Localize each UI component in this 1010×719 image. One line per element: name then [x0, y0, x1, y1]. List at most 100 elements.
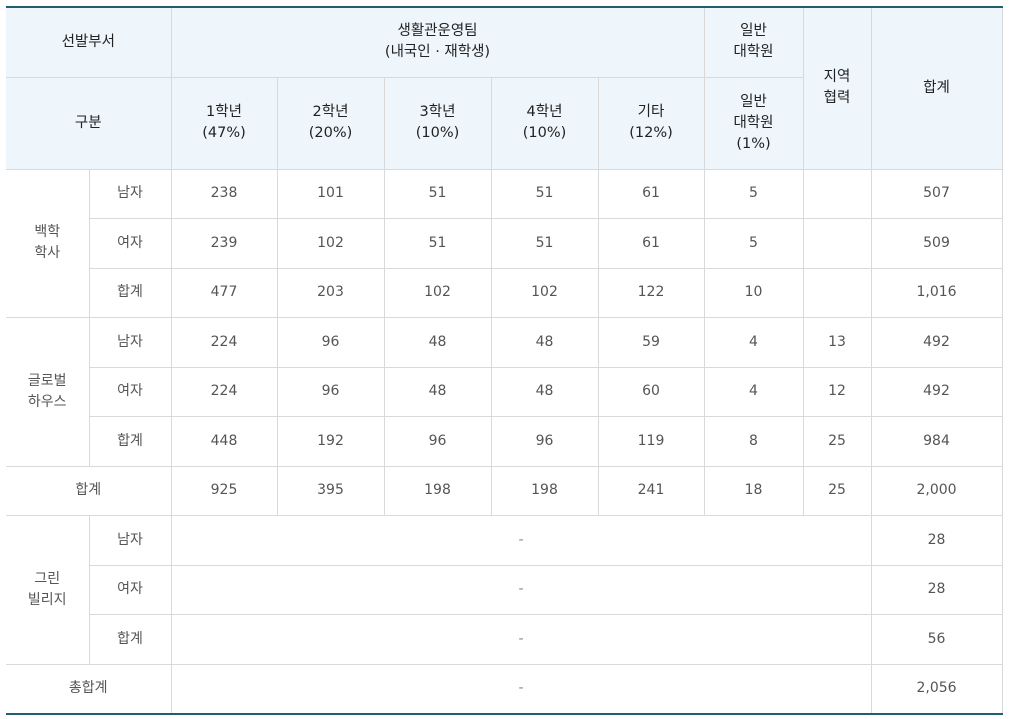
grad-school-header: 일반 대학원 [703, 6, 804, 78]
cell: 492 [870, 366, 1003, 417]
empty-cell: - [170, 663, 872, 715]
table-row: 여자 - 28 [6, 564, 1003, 615]
cell: 122 [597, 267, 705, 318]
grand-total-value: 2,056 [870, 663, 1003, 715]
group-label-baekhak: 백학 학사 [6, 168, 90, 318]
grand-total-label: 총합계 [6, 663, 172, 715]
cell: 102 [490, 267, 599, 318]
cell: 48 [490, 317, 599, 368]
cell: 48 [490, 366, 599, 417]
dormitory-allocation-table-wrapper: 선발부서 생활관운영팀 (내국인 · 재학생) 일반 대학원 지역 협력 합계 구분 … [6, 6, 1003, 715]
table-row: 합계 - 56 [6, 614, 1003, 665]
table-row: 백학 학사 남자 238 101 51 51 61 5 507 [6, 168, 1003, 318]
cell: 2,000 [870, 465, 1003, 516]
dormitory-allocation-table: 선발부서 생활관운영팀 (내국인 · 재학생) 일반 대학원 지역 협력 합계 구분 … [6, 6, 1003, 715]
team-header: 생활관운영팀 (내국인 · 재학생) [170, 6, 705, 78]
table-row: 글로벌 하우스 남자 224 96 48 48 59 4 13 492 [6, 317, 1003, 467]
table-row: 합계 448 192 96 96 119 8 25 984 [6, 416, 1003, 467]
cell [802, 168, 872, 219]
cell: 13 [802, 317, 872, 368]
cell: 192 [276, 416, 385, 467]
total-header: 합계 [870, 6, 1003, 170]
cell: 28 [870, 515, 1003, 566]
cell: 509 [870, 218, 1003, 269]
cell: 395 [276, 465, 385, 516]
cell: 25 [802, 465, 872, 516]
cell: 448 [170, 416, 278, 467]
cell: 18 [703, 465, 804, 516]
cell: 241 [597, 465, 705, 516]
row-label: 여자 [89, 218, 172, 269]
row-label: 남자 [88, 168, 172, 219]
cell: 224 [170, 317, 278, 368]
row-label: 합계 [89, 416, 172, 467]
category-header: 구분 [6, 76, 172, 170]
cell: 492 [870, 317, 1003, 368]
table-row: 여자 224 96 48 48 60 4 12 492 [6, 366, 1003, 417]
cell: 51 [383, 218, 492, 269]
cell: 12 [802, 366, 872, 417]
cell: 96 [490, 416, 599, 467]
col-header-year2: 2학년 (20%) [276, 76, 385, 170]
cell: 102 [383, 267, 492, 318]
cell: 51 [490, 218, 599, 269]
cell: 102 [276, 218, 385, 269]
empty-cell: - [170, 614, 872, 665]
row-label: 합계 [89, 267, 172, 318]
col-header-year3: 3학년 (10%) [383, 76, 492, 170]
empty-cell: - [170, 564, 872, 615]
cell: 198 [383, 465, 492, 516]
cell: 48 [383, 317, 492, 368]
cell: 59 [597, 317, 705, 368]
cell: 1,016 [870, 267, 1003, 318]
cell: 239 [170, 218, 278, 269]
cell: 56 [870, 614, 1003, 665]
cell: 198 [490, 465, 599, 516]
cell: 984 [870, 416, 1003, 467]
group-label-global-house: 글로벌 하우스 [6, 317, 90, 467]
row-label: 여자 [89, 366, 172, 417]
cell: 28 [870, 564, 1003, 615]
col-header-grad: 일반 대학원 (1%) [703, 76, 804, 170]
table-row: 여자 239 102 51 51 61 5 509 [6, 218, 1003, 269]
group-label-green-village: 그린 빌리지 [6, 515, 90, 665]
dept-header: 선발부서 [6, 6, 172, 78]
cell: 238 [170, 168, 278, 219]
cell: 96 [383, 416, 492, 467]
cell: 61 [597, 218, 705, 269]
cell: 224 [170, 366, 278, 417]
cell: 51 [383, 168, 492, 219]
cell: 4 [703, 366, 804, 417]
cell: 507 [870, 168, 1003, 219]
cell [802, 267, 872, 318]
grand-total-row: 총합계 - 2,056 [6, 663, 1003, 715]
subtotal-row: 합계 925 395 198 198 241 18 25 2,000 [6, 465, 1003, 516]
cell: 96 [276, 317, 385, 368]
cell: 477 [170, 267, 278, 318]
cell: 101 [276, 168, 385, 219]
cell: 5 [703, 218, 804, 269]
table-row: 합계 477 203 102 102 122 10 1,016 [6, 267, 1003, 318]
cell: 8 [703, 416, 804, 467]
cell: 925 [170, 465, 278, 516]
col-header-year1: 1학년 (47%) [170, 76, 278, 170]
col-header-year4: 4학년 (10%) [490, 76, 599, 170]
cell: 203 [276, 267, 385, 318]
cell: 48 [383, 366, 492, 417]
cell: 60 [597, 366, 705, 417]
row-label: 합계 [89, 614, 172, 665]
cell: 5 [703, 168, 804, 219]
cell: 61 [597, 168, 705, 219]
regional-header: 지역 협력 [802, 6, 872, 170]
row-label: 여자 [89, 564, 172, 615]
cell: 96 [276, 366, 385, 417]
cell: 10 [703, 267, 804, 318]
cell: 25 [802, 416, 872, 467]
cell [802, 218, 872, 269]
cell: 4 [703, 317, 804, 368]
table-row: 그린 빌리지 남자 - 28 [6, 515, 1003, 665]
subtotal-label: 합계 [6, 465, 172, 516]
row-label: 남자 [88, 515, 172, 566]
row-label: 남자 [88, 317, 172, 368]
cell: 119 [597, 416, 705, 467]
